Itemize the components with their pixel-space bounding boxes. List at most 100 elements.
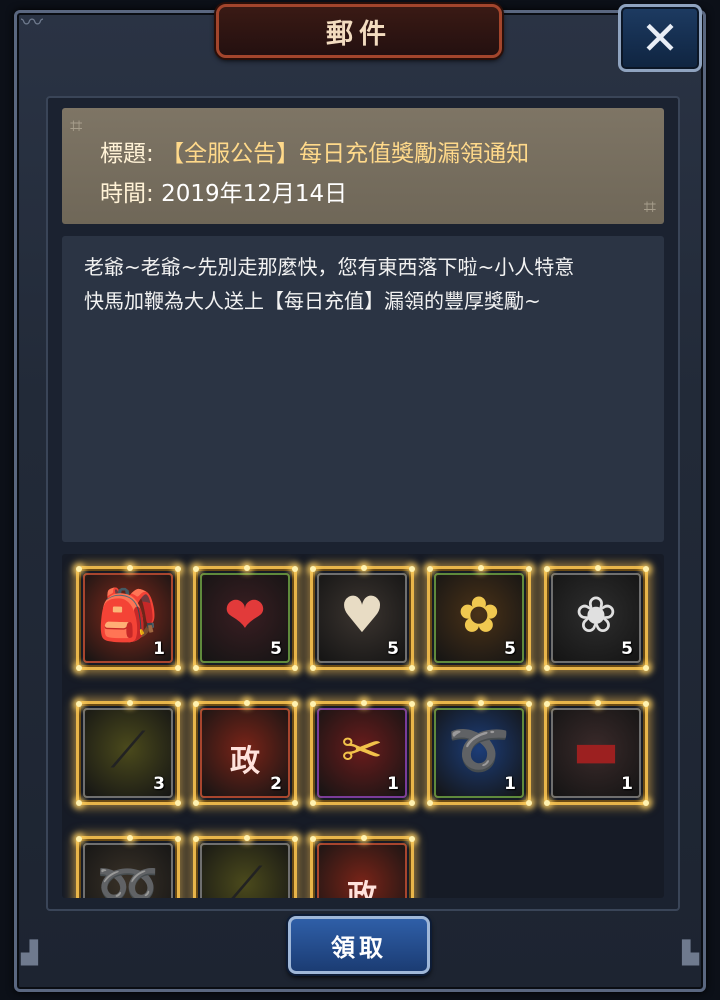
sparkle-effect (193, 701, 199, 707)
sparkle-effect (595, 700, 601, 706)
sparkle-effect (643, 665, 649, 671)
item-frame: ♥ 5 (317, 573, 407, 663)
item-frame: ➰ 1 (434, 708, 524, 798)
item-frame: ❤ 5 (200, 573, 290, 663)
sparkle-effect (310, 566, 316, 572)
reward-item[interactable]: ♥ 5 (310, 565, 415, 671)
item-frame: ❀ 5 (551, 573, 641, 663)
reward-item[interactable]: 政 (310, 835, 415, 898)
sparkle-effect (427, 800, 433, 806)
sparkle-effect (76, 701, 82, 707)
sparkle-effect (310, 836, 316, 842)
item-frame: ▬ 1 (551, 708, 641, 798)
sparkle-effect (76, 566, 82, 572)
reward-item[interactable]: ✿ 5 (427, 565, 532, 671)
red-heart-icon: ❤ (224, 586, 266, 644)
sparkle-effect (544, 665, 550, 671)
sparkle-effect (292, 701, 298, 707)
dialog-title: 郵件 (326, 18, 392, 50)
sparkle-effect (175, 836, 181, 842)
sparkle-effect (310, 701, 316, 707)
claim-button[interactable]: 領取 (288, 916, 430, 974)
sparkle-effect (478, 700, 484, 706)
corner-ornament-icon: ▟ (21, 941, 38, 966)
sparkle-effect (244, 565, 250, 571)
sparkle-effect (193, 665, 199, 671)
sparkle-effect (544, 701, 550, 707)
sparkle-effect (127, 835, 133, 841)
sparkle-effect (544, 566, 550, 572)
item-frame: 政2 (200, 708, 290, 798)
sparkle-effect (310, 665, 316, 671)
item-quantity: 5 (504, 639, 516, 659)
item-quantity: 2 (270, 774, 282, 794)
sparkle-effect (526, 800, 532, 806)
sparkle-effect (427, 701, 433, 707)
sparkle-effect (127, 700, 133, 706)
item-frame: 政 (317, 843, 407, 898)
item-quantity: 5 (270, 639, 282, 659)
sparkle-effect (175, 701, 181, 707)
subject-label: 標題: (100, 141, 154, 167)
corner-ornament-icon: ▙ (682, 941, 699, 966)
sparkle-effect (526, 566, 532, 572)
item-quantity: 1 (387, 774, 399, 794)
dialog-title-tab: 郵件 (216, 4, 502, 58)
red-pouch-icon: 政 (347, 879, 377, 898)
sparkle-effect (361, 565, 367, 571)
sparkle-effect (643, 701, 649, 707)
sparkle-effect (76, 800, 82, 806)
sparkle-effect (292, 800, 298, 806)
item-quantity: 1 (153, 639, 165, 659)
sparkle-effect (427, 665, 433, 671)
pattern-corner-icon: ⌗ (643, 195, 656, 220)
sparkle-effect (244, 700, 250, 706)
reward-item[interactable]: ❤ 5 (193, 565, 298, 671)
item-frame: ➿ (83, 843, 173, 898)
item-frame: ✂ 1 (317, 708, 407, 798)
sparkle-effect (244, 835, 250, 841)
sparkle-effect (193, 836, 199, 842)
time-line: 時間: 2019年12月14日 (100, 174, 347, 208)
close-button[interactable]: ✕ (618, 4, 702, 72)
item-quantity: 1 (504, 774, 516, 794)
item-frame: ✿ 5 (434, 573, 524, 663)
sparkle-effect (526, 701, 532, 707)
sparkle-effect (175, 566, 181, 572)
claim-button-label: 領取 (331, 933, 387, 962)
sparkle-effect (478, 565, 484, 571)
lucky-bag-icon: 🎒 (96, 586, 160, 644)
flower-staff-icon: ❀ (575, 586, 617, 644)
sparkle-effect (409, 665, 415, 671)
sparkle-effect (409, 701, 415, 707)
sparkle-effect (526, 665, 532, 671)
sparkle-effect (409, 836, 415, 842)
reward-item[interactable]: ✂ 1 (310, 700, 415, 806)
reward-item[interactable]: ⟋ 3 (76, 700, 181, 806)
sparkle-effect (127, 565, 133, 571)
sparkle-effect (76, 665, 82, 671)
time-value: 2019年12月14日 (161, 181, 348, 207)
time-label: 時間: (100, 181, 154, 207)
sparkle-effect (595, 565, 601, 571)
item-frame: ⟋ (200, 843, 290, 898)
mail-body-line: 快馬加鞭為大人送上【每日充值】漏領的豐厚獎勵~ (84, 289, 541, 313)
reward-item[interactable]: ➰ 1 (427, 700, 532, 806)
reward-item[interactable]: ▬ 1 (544, 700, 649, 806)
reward-item[interactable]: 🎒 1 (76, 565, 181, 671)
sparkle-effect (175, 800, 181, 806)
sparkle-effect (310, 800, 316, 806)
sparkle-effect (292, 836, 298, 842)
reward-item[interactable]: ❀ 5 (544, 565, 649, 671)
sparkle-effect (409, 566, 415, 572)
item-frame: 🎒 1 (83, 573, 173, 663)
sparkle-effect (361, 835, 367, 841)
reward-item[interactable]: ⟋ (193, 835, 298, 898)
mail-body-line: 老爺~老爺~先別走那麼快，您有東西落下啦~小人特意 (84, 255, 575, 279)
sparkle-effect (643, 800, 649, 806)
reward-item[interactable]: 政2 (193, 700, 298, 806)
sparkle-effect (175, 665, 181, 671)
item-quantity: 5 (387, 639, 399, 659)
reward-item[interactable]: ➿ (76, 835, 181, 898)
reward-items-grid[interactable]: 🎒 1 ❤ 5 ♥ 5 ✿ 5 ❀ 5 ⟋ 3 政 2 ✂ 1 ➰ 1 ▬ 1 ➿ ⟋ 政 (62, 554, 664, 898)
